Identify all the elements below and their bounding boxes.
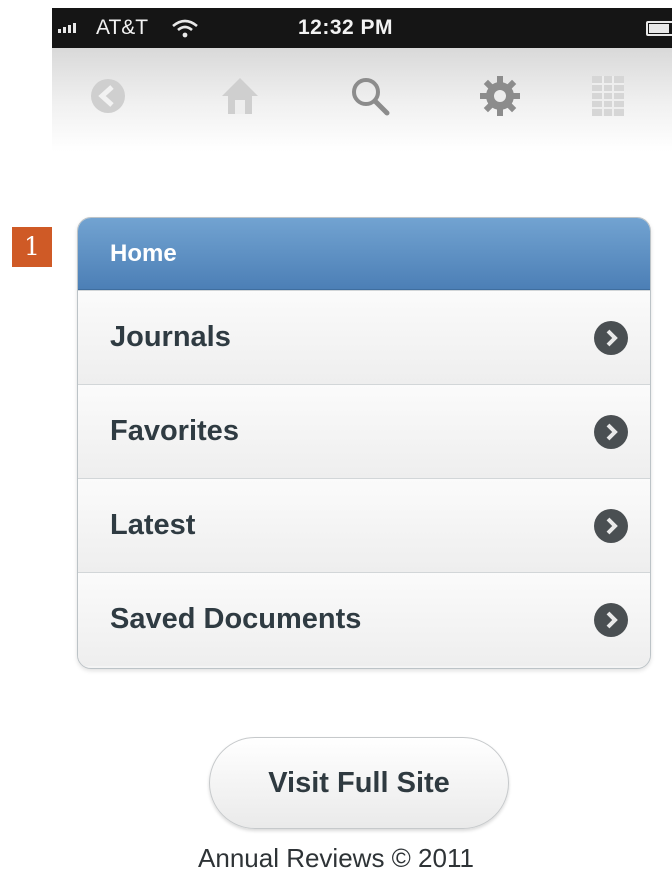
step-marker: 1: [12, 227, 52, 267]
menu-item-latest[interactable]: Latest: [78, 478, 650, 572]
menu-item-label: Journals: [110, 321, 231, 353]
signal-strength-icon: [58, 19, 76, 33]
home-icon[interactable]: [212, 68, 268, 124]
chevron-right-icon: [594, 602, 628, 637]
gear-icon[interactable]: [472, 68, 528, 124]
menu-item-label: Favorites: [110, 415, 239, 447]
main-menu: Home Journals Favorites Latest Saved Doc…: [77, 217, 651, 669]
carrier-name: AT&T: [96, 16, 149, 39]
menu-header-label: Home: [110, 239, 177, 267]
chevron-right-icon: [594, 320, 628, 355]
copyright-text: Annual Reviews © 2011: [198, 843, 474, 873]
wifi-icon: [172, 19, 198, 38]
status-time: 12:32 PM: [298, 16, 394, 39]
menu-header: Home: [78, 218, 650, 290]
menu-item-label: Saved Documents: [110, 603, 362, 635]
chevron-right-icon: [594, 414, 628, 449]
back-icon[interactable]: [80, 68, 136, 124]
menu-item-journals[interactable]: Journals: [78, 290, 650, 384]
status-bar: AT&T 12:32 PM: [52, 8, 672, 48]
visit-full-site-button[interactable]: Visit Full Site: [209, 737, 509, 829]
menu-item-favorites[interactable]: Favorites: [78, 384, 650, 478]
chevron-right-icon: [594, 508, 628, 543]
grid-icon[interactable]: [580, 68, 636, 124]
search-icon[interactable]: [342, 68, 398, 124]
toolbar: [52, 48, 672, 152]
menu-item-saved-documents[interactable]: Saved Documents: [78, 572, 650, 666]
battery-icon: [646, 21, 672, 36]
menu-item-label: Latest: [110, 509, 196, 541]
